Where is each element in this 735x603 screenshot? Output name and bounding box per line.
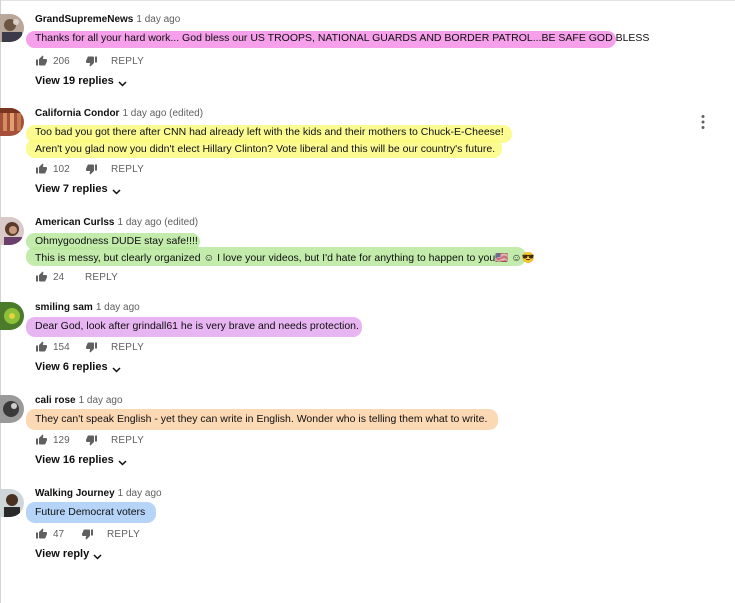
comment-line: This is messy, but clearly organized ☺ I… xyxy=(35,252,535,264)
author-name[interactable]: Walking Journey xyxy=(35,488,115,499)
comment-time[interactable]: 1 day ago xyxy=(118,488,162,499)
like-count: 24 xyxy=(53,271,65,283)
comment-time[interactable]: 1 day ago xyxy=(96,302,140,313)
reply-button[interactable]: REPLY xyxy=(111,342,144,353)
comment-text: Ohmygoodness DUDE stay safe!!!! This is … xyxy=(35,233,535,267)
comment-header: American Curlss 1 day ago (edited) xyxy=(35,217,198,229)
comment-time[interactable]: 1 day ago xyxy=(136,14,180,25)
thumb-down-icon[interactable] xyxy=(85,434,98,446)
comment-time[interactable]: 1 day ago (edited) xyxy=(117,217,198,228)
comment-text: Thanks for all your hard work... God ble… xyxy=(35,30,649,47)
comment-header: smiling sam 1 day ago xyxy=(35,302,140,314)
view-replies-label: View 16 replies xyxy=(35,454,114,466)
comment-line: Too bad you got there after CNN had alre… xyxy=(35,126,504,138)
comment-time[interactable]: 1 day ago (edited) xyxy=(122,108,203,119)
thumb-down-icon[interactable] xyxy=(85,341,98,353)
more-vert-icon[interactable] xyxy=(700,114,706,130)
comment-header: California Condor 1 day ago (edited) xyxy=(35,108,203,120)
comment-line: Future Democrat voters xyxy=(35,506,146,518)
like-count: 206 xyxy=(53,55,70,67)
comment-actions: 47 REPLY xyxy=(35,527,140,541)
thumb-down-icon[interactable] xyxy=(85,55,98,67)
comment-header: GrandSupremeNews 1 day ago xyxy=(35,14,180,26)
thumb-up-icon[interactable] xyxy=(35,55,48,67)
author-name[interactable]: American Curlss xyxy=(35,217,114,228)
avatar[interactable] xyxy=(0,395,24,423)
thumb-down-icon[interactable] xyxy=(81,528,94,540)
like-count: 129 xyxy=(53,434,70,446)
view-replies-label: View 6 replies xyxy=(35,361,108,373)
reply-button[interactable]: REPLY xyxy=(111,164,144,175)
comment-actions: 102 REPLY xyxy=(35,162,144,176)
chevron-down-icon xyxy=(118,457,127,466)
like-count: 154 xyxy=(53,341,70,353)
chevron-down-icon xyxy=(93,551,102,560)
comment-time[interactable]: 1 day ago xyxy=(79,395,123,406)
view-replies-button[interactable]: View reply xyxy=(35,548,102,560)
comment-text: Too bad you got there after CNN had alre… xyxy=(35,124,504,158)
thumb-up-icon[interactable] xyxy=(35,434,48,446)
thumb-up-icon[interactable] xyxy=(35,163,48,175)
comment-line: They can't speak English - yet they can … xyxy=(35,413,488,425)
thumb-up-icon[interactable] xyxy=(35,341,48,353)
like-count: 102 xyxy=(53,163,70,175)
comment-actions: 206 REPLY xyxy=(35,54,144,68)
chevron-down-icon xyxy=(112,364,121,373)
author-name[interactable]: smiling sam xyxy=(35,302,93,313)
comment-actions: 24 REPLY xyxy=(35,270,118,284)
reply-button[interactable]: REPLY xyxy=(111,56,144,67)
view-replies-button[interactable]: View 6 replies xyxy=(35,361,121,373)
like-count: 47 xyxy=(53,528,65,540)
comment-line: Ohmygoodness DUDE stay safe!!!! xyxy=(35,235,198,247)
avatar[interactable] xyxy=(0,14,24,42)
view-replies-label: View 19 replies xyxy=(35,75,114,87)
avatar[interactable] xyxy=(0,302,24,330)
comment-line: Thanks for all your hard work... God ble… xyxy=(35,32,650,44)
view-replies-button[interactable]: View 16 replies xyxy=(35,454,127,466)
chevron-down-icon xyxy=(112,186,121,195)
view-replies-label: View 7 replies xyxy=(35,183,108,195)
comment-text: They can't speak English - yet they can … xyxy=(35,411,487,428)
reply-button[interactable]: REPLY xyxy=(111,435,144,446)
view-replies-button[interactable]: View 7 replies xyxy=(35,183,121,195)
author-name[interactable]: cali rose xyxy=(35,395,76,406)
view-replies-label: View reply xyxy=(35,548,90,560)
comment-line: Dear God, look after grindall61 he is ve… xyxy=(35,320,359,332)
thumb-up-icon[interactable] xyxy=(35,271,48,283)
chevron-down-icon xyxy=(118,78,127,87)
avatar[interactable] xyxy=(0,489,24,517)
top-divider xyxy=(0,0,735,1)
comment-text: Dear God, look after grindall61 he is ve… xyxy=(35,318,359,335)
reply-button[interactable]: REPLY xyxy=(107,529,140,540)
view-replies-button[interactable]: View 19 replies xyxy=(35,75,127,87)
avatar[interactable] xyxy=(0,108,24,136)
author-name[interactable]: California Condor xyxy=(35,108,119,119)
comment-header: cali rose 1 day ago xyxy=(35,395,123,407)
thumb-down-icon[interactable] xyxy=(85,163,98,175)
comment-actions: 129 REPLY xyxy=(35,433,144,447)
author-name[interactable]: GrandSupremeNews xyxy=(35,14,133,25)
comment-text: Future Democrat voters xyxy=(35,504,145,521)
avatar[interactable] xyxy=(0,217,24,245)
thumb-up-icon[interactable] xyxy=(35,528,48,540)
comment-actions: 154 REPLY xyxy=(35,340,144,354)
comment-header: Walking Journey 1 day ago xyxy=(35,488,162,500)
reply-button[interactable]: REPLY xyxy=(85,272,118,283)
comment-line: Aren't you glad now you didn't elect Hil… xyxy=(35,143,496,155)
